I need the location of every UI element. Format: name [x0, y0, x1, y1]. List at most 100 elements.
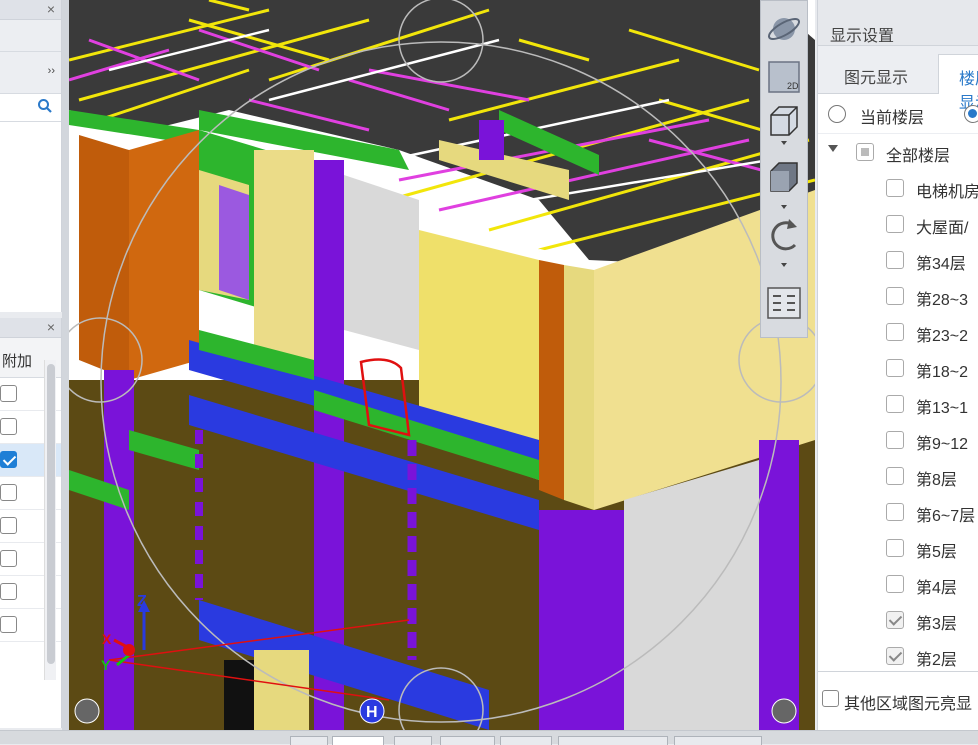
- cream-wall: [254, 650, 309, 730]
- floor-label: 大屋面/: [916, 220, 969, 237]
- radio-current-floor[interactable]: [828, 105, 846, 123]
- panel-header: ×: [0, 0, 61, 20]
- floor-item[interactable]: 第23~2: [818, 314, 978, 350]
- floor-item[interactable]: 电梯机房: [818, 170, 978, 206]
- doorway: [224, 660, 254, 730]
- 3d-box-icon[interactable]: [765, 103, 803, 145]
- tab-floor-display[interactable]: 楼层显示: [938, 54, 978, 112]
- floor-label: 第18~2: [916, 364, 969, 381]
- view-cube-icon[interactable]: [765, 159, 803, 209]
- panel-header: ×: [0, 318, 61, 338]
- gray-wall: [624, 460, 759, 730]
- floor-item[interactable]: 第28~3: [818, 278, 978, 314]
- floor-item[interactable]: 第18~2: [818, 350, 978, 386]
- floor-label: 第8层: [916, 472, 957, 489]
- status-bar: [0, 730, 978, 745]
- floor-item[interactable]: 第2层: [818, 638, 978, 674]
- floor-label: 第34层: [916, 256, 966, 273]
- corner-marker-right[interactable]: [771, 698, 797, 724]
- floor-label: 第28~3: [916, 292, 969, 309]
- column-header-label: 附加: [2, 353, 33, 370]
- floor-item[interactable]: 第8层: [818, 458, 978, 494]
- settings-tabs: 图元显示 楼层显示: [818, 46, 978, 112]
- floor-item[interactable]: 第3层: [818, 602, 978, 638]
- tab-element-display[interactable]: 图元显示: [818, 54, 934, 94]
- orbit-icon[interactable]: [765, 11, 803, 47]
- floor-checkbox[interactable]: [886, 575, 904, 593]
- floor-item[interactable]: 第34层: [818, 242, 978, 278]
- row-checkbox[interactable]: [0, 418, 17, 435]
- floor-checkbox[interactable]: [886, 539, 904, 557]
- scrollbar-thumb[interactable]: [47, 364, 55, 664]
- panel-tabbar: ››: [0, 52, 61, 94]
- close-icon[interactable]: ×: [47, 0, 55, 18]
- 3d-viewport[interactable]: Z X Y H: [69, 0, 815, 730]
- floor-checkbox[interactable]: [886, 395, 904, 413]
- floor-label: 第23~2: [916, 328, 969, 345]
- floor-label: 电梯机房: [916, 184, 978, 201]
- search-row[interactable]: [0, 94, 61, 122]
- highlight-option: 其他区域图元亮显: [818, 671, 978, 730]
- floor-scope-radios: 当前楼层: [818, 94, 978, 134]
- left-bottom-panel: × 附加: [0, 318, 62, 728]
- marker-label: H: [366, 704, 378, 721]
- display-settings-panel: 显示设置 图元显示 楼层显示 当前楼层 全部楼层 电梯机房大屋面/第34层第28…: [817, 0, 978, 730]
- purple-column: [479, 120, 504, 160]
- collapse-caret-icon[interactable]: [828, 145, 838, 152]
- row-checkbox[interactable]: [0, 583, 17, 600]
- x-axis-label: X: [102, 631, 112, 647]
- row-checkbox[interactable]: [0, 385, 17, 402]
- floor-checkbox[interactable]: [886, 323, 904, 341]
- floor-item[interactable]: 第5层: [818, 530, 978, 566]
- floor-checkbox[interactable]: [886, 467, 904, 485]
- floor-item[interactable]: 第6~7层: [818, 494, 978, 530]
- vertical-scrollbar[interactable]: [44, 360, 56, 680]
- cream-wall: [564, 265, 594, 510]
- floor-checkbox[interactable]: [886, 359, 904, 377]
- floor-checkbox[interactable]: [886, 215, 904, 233]
- tree-root-row[interactable]: 全部楼层: [818, 134, 978, 170]
- row-checkbox[interactable]: [0, 517, 17, 534]
- floor-checkbox[interactable]: [886, 611, 904, 629]
- corner-marker-left[interactable]: [74, 698, 100, 724]
- close-icon[interactable]: ×: [47, 318, 55, 336]
- floor-label: 第4层: [916, 580, 957, 597]
- cream-wall: [254, 150, 314, 380]
- row-checkbox[interactable]: [0, 484, 17, 501]
- y-axis-label: Y: [101, 657, 111, 673]
- radio-current-floor-label: 当前楼层: [860, 110, 925, 127]
- 2d-view-icon[interactable]: 2D: [765, 59, 803, 95]
- floor-checkbox[interactable]: [886, 647, 904, 665]
- orange-column: [539, 260, 564, 500]
- floor-item[interactable]: 第4层: [818, 566, 978, 602]
- more-chevron-icon[interactable]: ››: [48, 65, 55, 77]
- floor-label: 第6~7层: [916, 508, 976, 525]
- z-axis-label: Z: [137, 593, 147, 610]
- panel-title-bar: 显示设置: [818, 0, 978, 46]
- row-checkbox[interactable]: [0, 451, 17, 468]
- floor-label: 第9~12: [916, 436, 969, 453]
- floor-checkbox[interactable]: [886, 431, 904, 449]
- panel-splitter[interactable]: [62, 0, 69, 730]
- tree-root-checkbox[interactable]: [856, 143, 874, 161]
- floor-item[interactable]: 第13~1: [818, 386, 978, 422]
- rotate-icon[interactable]: [765, 217, 803, 267]
- floor-item[interactable]: 第9~12: [818, 422, 978, 458]
- highlight-others-checkbox[interactable]: [822, 690, 839, 707]
- orange-column: [79, 135, 129, 380]
- floor-checkbox[interactable]: [886, 251, 904, 269]
- floor-checkbox[interactable]: [886, 287, 904, 305]
- floor-tree: 全部楼层 电梯机房大屋面/第34层第28~3 第23~2 第18~2 第13~1 第9~…: [818, 134, 978, 674]
- search-icon[interactable]: [37, 98, 53, 114]
- floor-checkbox[interactable]: [886, 179, 904, 197]
- layer-list-icon[interactable]: [765, 285, 803, 321]
- tree-root-label: 全部楼层: [886, 148, 951, 165]
- panel-toolbar: [0, 20, 61, 52]
- floor-label: 第5层: [916, 544, 957, 561]
- row-checkbox[interactable]: [0, 616, 17, 633]
- radio-all-floors[interactable]: [964, 105, 978, 123]
- floor-checkbox[interactable]: [886, 503, 904, 521]
- floor-label: 第3层: [916, 616, 957, 633]
- floor-item[interactable]: 大屋面/: [818, 206, 978, 242]
- row-checkbox[interactable]: [0, 550, 17, 567]
